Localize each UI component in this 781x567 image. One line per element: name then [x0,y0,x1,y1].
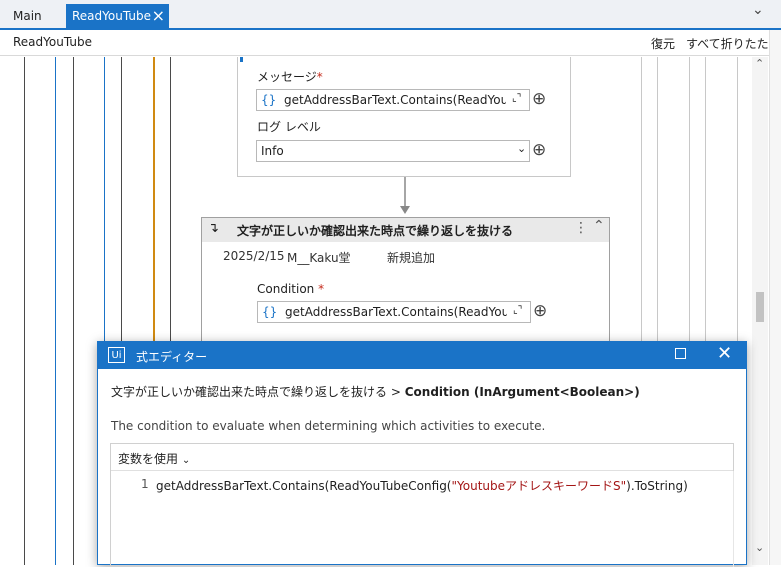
chevron-down-icon: ⌄ [181,455,191,466]
tab-strip: Main ReadYouTube × ⌄ [0,0,781,30]
dialog-title: 式エディター [136,350,208,364]
use-variables-button[interactable]: 変数を使用 ⌄ [118,450,190,467]
selection-marker [240,57,243,62]
annotation-date: 2025/2/15 [223,249,285,263]
break-icon: ↴ [208,221,219,236]
breadcrumb-path[interactable]: ReadYouTube [13,35,92,49]
tab-main[interactable]: Main [7,4,48,30]
message-label: メッセージ* [257,70,323,84]
scroll-up-icon[interactable]: ⌃ [755,57,764,70]
scope-line [55,57,56,565]
message-field[interactable]: {} getAddressBarText.Contains(ReadYouTub… [256,89,530,111]
dialog-description: The condition to evaluate when determini… [111,419,546,433]
editor-divider [733,471,734,567]
dialog-path-target: Condition (InArgument<Boolean>) [404,385,640,399]
condition-value[interactable]: getAddressBarText.Contains(ReadYouTube [285,305,507,319]
code-string-literal: "YoutubeアドレスキーワードS" [451,479,627,493]
break-activity-header[interactable]: ↴ 文字が正しいか確認出来た時点で繰り返しを抜ける ⋮ ⌃ [202,218,609,242]
condition-field[interactable]: {} getAddressBarText.Contains(ReadYouTub… [257,301,531,323]
restore-button[interactable]: 復元 [651,35,675,52]
tab-main-label: Main [13,9,42,23]
log-level-label: ログ レベル [257,120,321,134]
log-level-value: Info [261,144,284,158]
more-menu-icon[interactable]: ⋮ [574,220,588,236]
code-text-after: ).ToString) [626,479,688,493]
expand-icon[interactable]: ⌞⌝ [512,93,521,104]
dialog-titlebar[interactable]: Ui 式エディター ✕ [98,342,746,369]
add-icon[interactable]: ⊕ [533,301,547,321]
tab-close-icon[interactable]: × [152,4,165,28]
code-line[interactable]: getAddressBarText.Contains(ReadYouTubeCo… [156,477,688,494]
add-icon[interactable]: ⊕ [532,89,546,109]
tab-list-chevron-icon[interactable]: ⌄ [752,2,764,18]
scope-line [24,57,25,565]
dialog-path-prefix: 文字が正しいか確認出来た時点で繰り返しを抜ける [111,385,388,399]
uipath-logo-icon: Ui [108,347,125,363]
scope-line [73,57,74,565]
tab-readyoutube-label: ReadYouTube [72,9,151,23]
log-message-activity[interactable]: メッセージ* {} getAddressBarText.Contains(Rea… [237,57,571,177]
message-value[interactable]: getAddressBarText.Contains(ReadYouTube [284,93,506,107]
braces-icon: {} [262,305,278,319]
chevron-down-icon[interactable]: ⌄ [517,142,526,155]
annotation-author: M__Kaku堂 [287,251,351,265]
line-number: 1 [141,477,149,491]
expand-icon[interactable]: ⌞⌝ [513,305,522,316]
add-icon[interactable]: ⊕ [532,140,546,160]
braces-icon: {} [261,93,277,107]
maximize-icon[interactable] [675,348,686,359]
collapse-icon[interactable]: ⌃ [593,218,605,234]
close-icon[interactable]: ✕ [717,343,732,364]
scroll-down-icon[interactable]: ⌄ [755,541,764,554]
scrollbar-thumb[interactable] [756,292,764,322]
side-panel-edge [769,30,781,565]
breadcrumb: ReadYouTube 復元 すべて折りたたむ [0,30,781,56]
log-level-select[interactable]: Info ⌄ [256,140,530,162]
expression-editor-dialog[interactable]: Ui 式エディター ✕ 文字が正しいか確認出来た時点で繰り返しを抜ける > Co… [97,341,747,567]
condition-label: Condition * [257,282,325,296]
editor-toolbar: 変数を使用 ⌄ [111,444,733,471]
annotation-note: 新規追加 [387,251,436,265]
dialog-path-separator: > [390,385,401,399]
dialog-breadcrumb: 文字が正しいか確認出来た時点で繰り返しを抜ける > Condition (InA… [111,383,640,400]
tab-readyoutube[interactable]: ReadYouTube × [66,4,169,30]
break-activity-title[interactable]: 文字が正しいか確認出来た時点で繰り返しを抜ける [237,222,513,239]
collapse-all-button[interactable]: すべて折りたたむ [686,35,781,52]
vertical-scrollbar[interactable]: ⌃ ⌄ [752,57,768,565]
connector-arrow [400,177,410,214]
code-text-before: getAddressBarText.Contains(ReadYouTubeCo… [156,479,452,493]
code-editor-panel[interactable]: 変数を使用 ⌄ 1 getAddressBarText.Contains(Rea… [110,443,734,567]
